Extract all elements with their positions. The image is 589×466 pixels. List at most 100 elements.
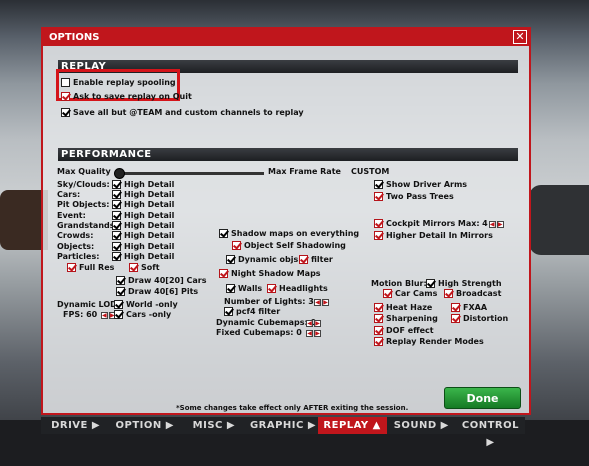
dynamic-objs-checkbox[interactable] — [226, 255, 235, 264]
quality-slider-knob[interactable] — [114, 168, 125, 179]
fixed-cubemaps-label: Fixed Cubemaps: 0 — [216, 328, 302, 337]
fps-decrease-icon[interactable]: ◀ — [100, 312, 108, 319]
higher-detail-mirrors-label: Higher Detail In Mirrors — [386, 231, 493, 240]
save-all-checkbox[interactable] — [61, 108, 70, 117]
tab-replay[interactable]: REPLAY ▲ — [317, 417, 387, 434]
car-cams-label: Car Cams — [395, 289, 438, 298]
done-button[interactable]: Done — [444, 387, 521, 409]
lights-increase-icon[interactable]: ▶ — [322, 299, 329, 306]
high-strength-checkbox[interactable] — [426, 279, 435, 288]
tab-control[interactable]: CONTROL ▶ — [456, 417, 525, 448]
detail-row-checkbox[interactable] — [112, 221, 121, 230]
enable-replay-spooling-checkbox[interactable] — [61, 78, 70, 87]
draw-pits-checkbox[interactable] — [116, 287, 125, 296]
performance-section-header: PERFORMANCE — [58, 148, 518, 161]
night-shadow-maps-checkbox[interactable] — [219, 269, 228, 278]
dynamic-cubemaps-label: Dynamic Cubemaps: 0 — [216, 318, 317, 327]
detail-row-label: Sky/Clouds: — [57, 180, 110, 189]
detail-row-label: Pit Objects: — [57, 200, 110, 209]
detail-row-label: Event: — [57, 211, 86, 220]
dyn-cubemaps-increase-icon[interactable]: ▶ — [314, 320, 321, 327]
filter-checkbox[interactable] — [299, 255, 308, 264]
ask-to-save-label: Ask to save replay on Quit — [73, 92, 192, 101]
dof-effect-checkbox[interactable] — [374, 326, 383, 335]
shadow-maps-everything-label: Shadow maps on everything — [231, 229, 360, 238]
pcf4-filter-label: pcf4 filter — [236, 307, 281, 316]
lights-decrease-icon[interactable]: ◀ — [314, 299, 321, 306]
draw-cars-checkbox[interactable] — [116, 276, 125, 285]
higher-detail-mirrors-checkbox[interactable] — [374, 231, 383, 240]
detail-row-checkbox[interactable] — [112, 211, 121, 220]
car-cams-checkbox[interactable] — [383, 289, 392, 298]
tab-option[interactable]: OPTION ▶ — [110, 417, 179, 434]
main-tab-bar: DRIVE ▶ OPTION ▶ MISC ▶ GRAPHIC ▶ REPLAY… — [41, 417, 525, 448]
detail-row-label: Crowds: — [57, 231, 94, 240]
headlights-checkbox[interactable] — [267, 284, 276, 293]
cockpit-mirrors-label: Cockpit Mirrors — [386, 219, 456, 228]
shadow-maps-everything-checkbox[interactable] — [219, 229, 228, 238]
full-res-checkbox[interactable] — [67, 263, 76, 272]
close-button[interactable]: ✕ — [513, 30, 527, 44]
detail-row-value: High Detail — [124, 211, 175, 220]
detail-row-checkbox[interactable] — [112, 200, 121, 209]
quality-slider-track[interactable] — [119, 172, 264, 175]
broadcast-checkbox[interactable] — [444, 289, 453, 298]
save-all-label: Save all but @TEAM and custom channels t… — [73, 108, 304, 117]
detail-row-checkbox[interactable] — [112, 252, 121, 261]
sharpening-checkbox[interactable] — [374, 314, 383, 323]
dyn-cubemaps-decrease-icon[interactable]: ◀ — [306, 320, 313, 327]
options-title: OPTIONS — [43, 29, 529, 46]
show-driver-arms-checkbox[interactable] — [374, 180, 383, 189]
distortion-checkbox[interactable] — [451, 314, 460, 323]
tab-misc[interactable]: MISC ▶ — [179, 417, 248, 434]
headlights-label: Headlights — [279, 284, 328, 293]
detail-row-checkbox[interactable] — [112, 180, 121, 189]
heat-haze-checkbox[interactable] — [374, 303, 383, 312]
replay-render-modes-checkbox[interactable] — [374, 337, 383, 346]
tab-drive[interactable]: DRIVE ▶ — [41, 417, 110, 434]
two-pass-trees-checkbox[interactable] — [374, 192, 383, 201]
mirrors-decrease-icon[interactable]: ◀ — [488, 221, 496, 228]
cars-only-label: Cars -only — [126, 310, 172, 319]
cars-only-checkbox[interactable] — [114, 310, 123, 319]
show-driver-arms-label: Show Driver Arms — [386, 180, 468, 189]
detail-row-label: Cars: — [57, 190, 81, 199]
mirrors-max-label: Max: — [457, 219, 480, 228]
detail-row-value: High Detail — [124, 231, 175, 240]
soft-label: Soft — [141, 263, 160, 272]
detail-row-checkbox[interactable] — [112, 190, 121, 199]
high-strength-label: High Strength — [438, 279, 502, 288]
max-quality-label: Max Quality — [57, 167, 111, 176]
footer-note: *Some changes take effect only AFTER exi… — [176, 404, 409, 412]
distortion-label: Distortion — [463, 314, 509, 323]
object-self-shadowing-label: Object Self Shadowing — [244, 241, 346, 250]
number-of-lights-label: Number of Lights: 3 — [224, 297, 314, 306]
mirrors-max-value: 4 — [482, 219, 488, 228]
fixed-cubemaps-increase-icon[interactable]: ▶ — [314, 330, 321, 337]
world-only-checkbox[interactable] — [114, 300, 123, 309]
soft-checkbox[interactable] — [129, 263, 138, 272]
options-window: OPTIONS ✕ REPLAY Enable replay spooling … — [41, 27, 531, 415]
detail-row-value: High Detail — [124, 180, 175, 189]
detail-row-checkbox[interactable] — [112, 231, 121, 240]
dynamic-lod-label: Dynamic LOD — [57, 300, 117, 309]
tab-graphic[interactable]: GRAPHIC ▶ — [248, 417, 317, 434]
cockpit-mirrors-checkbox[interactable] — [374, 219, 383, 228]
tab-sound[interactable]: SOUND ▶ — [387, 417, 456, 434]
object-self-shadowing-checkbox[interactable] — [232, 241, 241, 250]
mirrors-increase-icon[interactable]: ▶ — [496, 221, 504, 228]
custom-label: CUSTOM — [351, 167, 390, 176]
max-frame-rate-label: Max Frame Rate — [268, 167, 341, 176]
pcf4-filter-checkbox[interactable] — [224, 307, 233, 316]
night-shadow-maps-label: Night Shadow Maps — [231, 269, 321, 278]
walls-label: Walls — [238, 284, 263, 293]
broadcast-label: Broadcast — [456, 289, 502, 298]
walls-checkbox[interactable] — [226, 284, 235, 293]
detail-row-checkbox[interactable] — [112, 242, 121, 251]
detail-row-label: Grandstands: — [57, 221, 118, 230]
fxaa-checkbox[interactable] — [451, 303, 460, 312]
ask-to-save-checkbox[interactable] — [61, 92, 70, 101]
fixed-cubemaps-decrease-icon[interactable]: ◀ — [306, 330, 313, 337]
detail-row-value: High Detail — [124, 252, 175, 261]
full-res-label: Full Res — [79, 263, 115, 272]
